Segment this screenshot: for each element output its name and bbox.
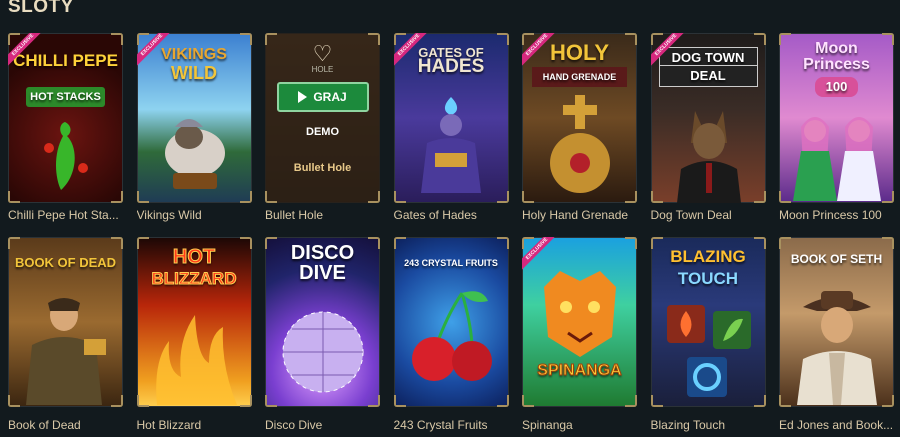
game-name[interactable]: Dog Town Deal [651, 203, 766, 237]
game-name[interactable]: Moon Princess 100 [779, 203, 894, 237]
art-title: BLAZING [670, 247, 746, 266]
game-tile-ed-jones[interactable]: BOOK OF SETH Ed Jones and Book... [779, 237, 894, 437]
game-thumbnail[interactable]: DISCO DIVE [265, 237, 380, 407]
game-thumbnail[interactable]: ♡ HOLE GRAJ DEMO Bullet Hole [265, 33, 380, 203]
art-subtitle: BLIZZARD [151, 269, 237, 289]
art-title: BOOK OF SETH [790, 252, 883, 266]
game-thumbnail[interactable]: 243 CRYSTAL FRUITS [393, 237, 509, 407]
game-name[interactable]: 243 Crystal Fruits [394, 407, 509, 437]
game-tile-bullet-hole[interactable]: ♡ HOLE GRAJ DEMO Bullet Hole Bullet Hole [265, 33, 380, 237]
game-grid: EXCLUSIVE CHILLI PEPE HOT STACKS Chilli … [8, 33, 894, 437]
game-thumbnail[interactable]: EXCLUSIVE VIKINGS WILD [136, 33, 252, 203]
viking-sheep-icon [164, 119, 225, 189]
art-subtitle: TOUCH [677, 269, 739, 288]
game-tile-gates-of-hades[interactable]: EXCLUSIVE GATES OF HADES Gates of Hades [393, 33, 509, 237]
demo-link[interactable]: DEMO [306, 126, 339, 138]
art-title: SPINANGA [537, 362, 622, 380]
game-name[interactable]: Spinanga [522, 407, 637, 437]
play-icon [298, 91, 308, 103]
game-thumbnail[interactable]: EXCLUSIVE DOG TOWN DEAL [650, 33, 766, 203]
art-title: Moon Princess [803, 40, 870, 73]
game-tile-243-crystal-fruits[interactable]: 243 CRYSTAL FRUITS 243 Crystal Fruits [393, 237, 509, 437]
chili-pepper-icon [44, 122, 88, 190]
game-name[interactable]: Chilli Pepe Hot Sta... [8, 203, 123, 237]
game-thumbnail[interactable]: EXCLUSIVE CHILLI PEPE HOT STACKS [8, 33, 123, 203]
game-name[interactable]: Bullet Hole [265, 203, 380, 237]
elemental-tiles-icon [666, 305, 751, 397]
princesses-icon [793, 117, 881, 201]
game-thumbnail[interactable]: BLAZING TOUCH [650, 237, 766, 407]
art-subtitle: HOT STACKS [26, 87, 105, 107]
art-title: HOLY [549, 40, 610, 65]
game-tile-holy-hand-grenade[interactable]: EXCLUSIVE HOLY HAND GRENADE Holy Hand Gr… [522, 33, 637, 237]
game-thumbnail[interactable]: BOOK OF DEAD [8, 237, 123, 407]
disco-ball-icon [282, 311, 364, 393]
game-thumbnail[interactable]: BOOK OF SETH [779, 237, 894, 407]
art-title: VIKINGS [161, 46, 227, 63]
game-thumbnail[interactable]: HOT BLIZZARD [136, 237, 252, 407]
overlay-game-name: Bullet Hole [293, 162, 352, 174]
hover-overlay: ♡ HOLE GRAJ DEMO Bullet Hole [265, 33, 380, 203]
game-tile-disco-dive[interactable]: DISCO DIVE Disco Dive [265, 237, 380, 437]
art-title: 243 CRYSTAL FRUITS [404, 258, 498, 268]
art-subtitle: HADES [417, 56, 485, 77]
art-subtitle: WILD [171, 63, 217, 83]
art-title: BOOK OF DEAD [14, 255, 117, 270]
art-label: HOLE [311, 65, 334, 74]
game-name[interactable]: Book of Dead [8, 407, 123, 437]
favorite-heart-icon[interactable]: ♡ [313, 43, 333, 65]
game-name[interactable]: Holy Hand Grenade [522, 203, 637, 237]
hades-figure-icon [420, 97, 481, 193]
dog-boss-icon [676, 111, 741, 203]
game-tile-vikings-wild[interactable]: EXCLUSIVE VIKINGS WILD Vikings Wild [136, 33, 252, 237]
game-tile-dog-town-deal[interactable]: EXCLUSIVE DOG TOWN DEAL Dog Town Deal [650, 33, 766, 237]
game-thumbnail[interactable]: EXCLUSIVE SPINANGA [522, 237, 637, 407]
art-title: HOT [172, 246, 216, 268]
game-tile-hot-blizzard[interactable]: HOT BLIZZARD Hot Blizzard [136, 237, 252, 437]
play-button-label: GRAJ [313, 90, 347, 104]
grenade-icon [550, 95, 610, 193]
game-tile-chilli-pepe[interactable]: EXCLUSIVE CHILLI PEPE HOT STACKS Chilli … [8, 33, 123, 237]
game-tile-book-of-dead[interactable]: BOOK OF DEAD Book of Dead [8, 237, 123, 437]
game-name[interactable]: Vikings Wild [137, 203, 252, 237]
tiger-mask-icon [544, 271, 616, 357]
game-thumbnail[interactable]: EXCLUSIVE GATES OF HADES [393, 33, 509, 203]
game-thumbnail[interactable]: Moon Princess 100 [779, 33, 894, 203]
art-title: CHILLI PEPE [13, 51, 118, 70]
game-name[interactable]: Gates of Hades [394, 203, 509, 237]
section-title: SLOTY [8, 0, 74, 17]
play-button[interactable]: GRAJ [276, 82, 369, 112]
art-subtitle: HAND GRENADE [532, 67, 627, 87]
art-subtitle: DEAL [658, 65, 758, 87]
game-tile-blazing-touch[interactable]: BLAZING TOUCH Blazing Touch [650, 237, 766, 437]
game-tile-moon-princess[interactable]: Moon Princess 100 Moon Princess 100 [779, 33, 894, 237]
game-tile-spinanga[interactable]: EXCLUSIVE SPINANGA Spinanga [522, 237, 637, 437]
game-name[interactable]: Blazing Touch [651, 407, 766, 437]
art-subtitle: DIVE [299, 262, 346, 284]
game-name[interactable]: Ed Jones and Book... [779, 407, 894, 437]
cherries-icon [411, 291, 492, 381]
game-name[interactable]: Disco Dive [265, 407, 380, 437]
game-thumbnail[interactable]: EXCLUSIVE HOLY HAND GRENADE [522, 33, 637, 203]
adventurer-icon [797, 291, 877, 405]
flames-icon [155, 315, 237, 405]
art-title: DISCO [290, 242, 355, 264]
explorer-icon [26, 298, 106, 405]
game-name[interactable]: Hot Blizzard [137, 407, 252, 437]
art-subtitle: 100 [815, 77, 858, 97]
